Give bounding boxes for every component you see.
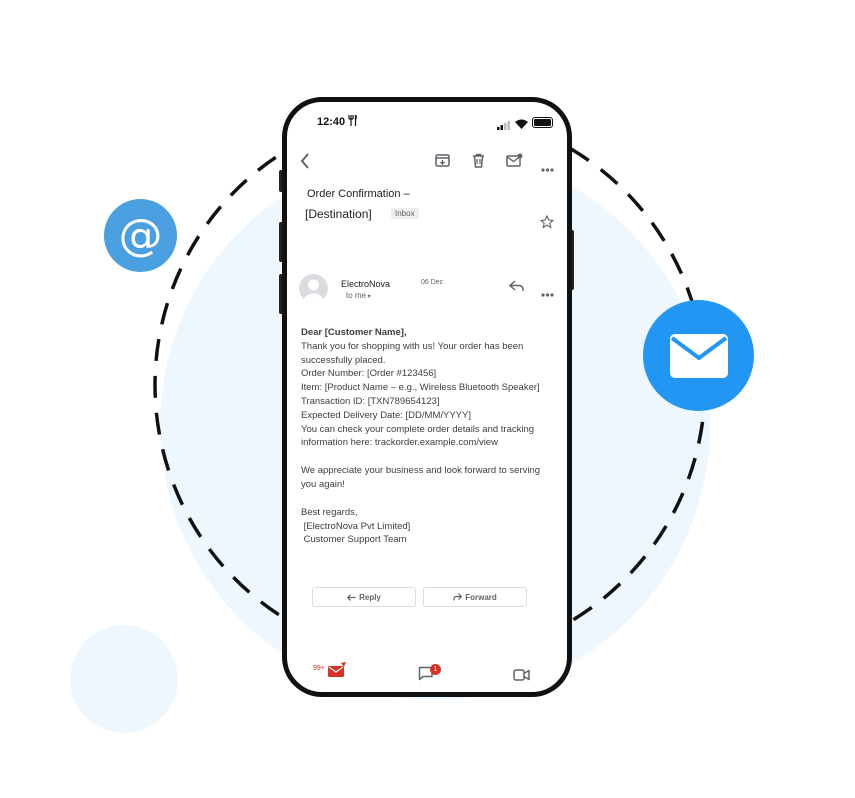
sender-name: ElectroNova <box>341 279 391 289</box>
chat-notification-badge: 1 <box>430 664 441 675</box>
recipient-label: to me <box>346 291 367 300</box>
status-time: 12:40 <box>317 116 346 128</box>
recipient-toggle[interactable]: to me ▾ <box>346 291 371 300</box>
company-name: [ElectroNova Pvt Limited] <box>301 520 411 532</box>
inbox-label-chip[interactable]: Inbox <box>391 208 419 219</box>
transaction-id-line: Transaction ID: [TXN789654123] <box>301 395 440 407</box>
mail-tab-icon[interactable] <box>327 662 347 683</box>
mail-count-badge: 99+ <box>313 665 325 672</box>
chevron-left-icon[interactable] <box>300 153 310 174</box>
trash-icon[interactable] <box>472 153 485 173</box>
archive-icon[interactable] <box>435 153 450 173</box>
email-greeting: Dear [Customer Name], <box>301 327 407 338</box>
bottom-nav: 99+ 1 <box>287 657 567 687</box>
email-date: 06 Dec <box>421 279 444 286</box>
email-subject-line1: Order Confirmation – <box>307 188 410 200</box>
reply-button[interactable]: Reply <box>312 587 416 607</box>
order-number-line: Order Number: [Order #123456] <box>301 368 437 380</box>
video-call-tab-icon[interactable] <box>513 668 530 686</box>
body-line: Thank you for shopping with us! Your ord… <box>301 340 524 366</box>
at-sign-icon: @ <box>104 199 177 272</box>
cellular-signal-icon <box>497 117 511 135</box>
forward-button[interactable]: Forward <box>423 587 527 607</box>
item-line: Item: [Product Name – e.g., Wireless Blu… <box>301 382 540 394</box>
status-bar: 12:40 <box>287 114 567 134</box>
reply-icon <box>347 593 356 601</box>
wifi-icon <box>515 116 528 134</box>
forward-label: Forward <box>465 592 497 602</box>
phone-frame: 12:40 Order Confirmation – [Destination]… <box>282 97 572 697</box>
utensils-icon <box>348 114 357 129</box>
avatar[interactable] <box>299 274 328 303</box>
email-body: Dear [Customer Name], Thank you for shop… <box>301 326 551 547</box>
tracking-line[interactable]: You can check your complete order detail… <box>301 423 551 451</box>
delivery-date-line: Expected Delivery Date: [DD/MM/YYYY] <box>301 409 471 421</box>
caret-down-icon: ▾ <box>366 294 371 300</box>
envelope-icon <box>643 300 754 411</box>
team-name: Customer Support Team <box>301 534 407 546</box>
closing-paragraph: We appreciate your business and look for… <box>301 465 541 490</box>
more-horizontal-icon[interactable] <box>541 159 554 177</box>
battery-icon <box>532 117 553 128</box>
mail-dot-icon[interactable] <box>506 153 523 173</box>
forward-icon <box>453 593 463 601</box>
sign-off: Best regards, <box>301 506 358 518</box>
reply-arrow-icon[interactable] <box>508 279 524 297</box>
star-icon[interactable] <box>539 214 555 234</box>
message-more-icon[interactable] <box>541 284 554 302</box>
email-subject-line2: [Destination] <box>305 207 372 221</box>
reply-label: Reply <box>359 592 381 602</box>
